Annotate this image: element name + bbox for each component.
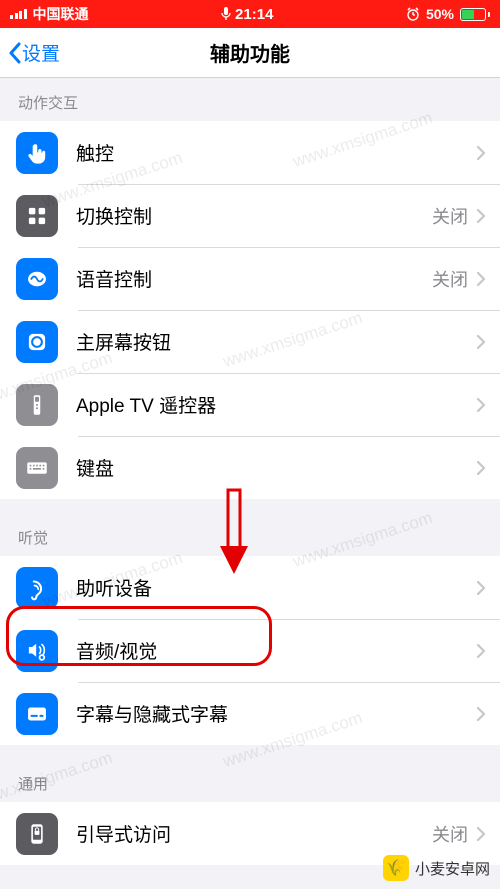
- chevron-right-icon: [476, 397, 486, 413]
- voice-control-icon: [16, 258, 58, 300]
- status-left: 中国联通: [10, 4, 89, 24]
- row-hearing-devices[interactable]: 助听设备: [0, 556, 500, 619]
- chevron-right-icon: [476, 208, 486, 224]
- row-label: 助听设备: [76, 574, 476, 601]
- row-voice-control[interactable]: 语音控制 关闭: [0, 247, 500, 310]
- back-button[interactable]: 设置: [8, 39, 60, 66]
- row-status: 关闭: [432, 203, 468, 229]
- row-touch[interactable]: 触控: [0, 121, 500, 184]
- chevron-right-icon: [476, 460, 486, 476]
- keyboard-icon: [16, 447, 58, 489]
- carrier-label: 中国联通: [33, 4, 89, 24]
- page-title: 辅助功能: [210, 38, 290, 67]
- section-header-hearing: 听觉: [0, 499, 500, 556]
- row-guided-access[interactable]: 引导式访问 关闭: [0, 802, 500, 865]
- signal-icon: [10, 9, 27, 19]
- chevron-right-icon: [476, 706, 486, 722]
- chevron-left-icon: [8, 42, 22, 64]
- apple-tv-remote-icon: [16, 384, 58, 426]
- home-button-icon: [16, 321, 58, 363]
- row-label: 主屏幕按钮: [76, 328, 476, 355]
- audio-visual-icon: [16, 630, 58, 672]
- row-label: 键盘: [76, 454, 476, 481]
- section-header-motor: 动作交互: [0, 78, 500, 121]
- mic-icon: [221, 7, 231, 21]
- row-apple-tv-remote[interactable]: Apple TV 遥控器: [0, 373, 500, 436]
- battery-icon: [460, 8, 490, 21]
- list-hearing: 助听设备 音频/视觉 字幕与隐藏式字幕: [0, 556, 500, 745]
- row-label: 触控: [76, 139, 476, 166]
- status-right: 50%: [406, 6, 490, 22]
- row-status: 关闭: [432, 821, 468, 847]
- row-audio-visual[interactable]: 音频/视觉: [0, 619, 500, 682]
- row-keyboard[interactable]: 键盘: [0, 436, 500, 499]
- row-status: 关闭: [432, 266, 468, 292]
- battery-percent: 50%: [426, 6, 454, 22]
- touch-icon: [16, 132, 58, 174]
- chevron-right-icon: [476, 643, 486, 659]
- chevron-right-icon: [476, 826, 486, 842]
- row-subtitles[interactable]: 字幕与隐藏式字幕: [0, 682, 500, 745]
- clock: 21:14: [235, 6, 273, 23]
- back-label: 设置: [22, 39, 60, 66]
- chevron-right-icon: [476, 334, 486, 350]
- row-label: 切换控制: [76, 202, 432, 229]
- guided-access-icon: [16, 813, 58, 855]
- section-header-general: 通用: [0, 745, 500, 802]
- hearing-devices-icon: [16, 567, 58, 609]
- row-label: Apple TV 遥控器: [76, 391, 476, 418]
- row-label: 字幕与隐藏式字幕: [76, 700, 476, 727]
- status-bar: 中国联通 21:14 50%: [0, 0, 500, 28]
- status-center: 21:14: [221, 6, 273, 23]
- subtitles-icon: [16, 693, 58, 735]
- row-label: 引导式访问: [76, 820, 432, 847]
- row-label: 音频/视觉: [76, 637, 476, 664]
- chevron-right-icon: [476, 580, 486, 596]
- row-label: 语音控制: [76, 265, 432, 292]
- nav-bar: 设置 辅助功能: [0, 28, 500, 78]
- row-home-button[interactable]: 主屏幕按钮: [0, 310, 500, 373]
- list-motor: 触控 切换控制 关闭 语音控制 关闭 主屏幕按钮 Apple TV 遥控器 键盘: [0, 121, 500, 499]
- row-switch-control[interactable]: 切换控制 关闭: [0, 184, 500, 247]
- list-general: 引导式访问 关闭: [0, 802, 500, 865]
- chevron-right-icon: [476, 271, 486, 287]
- switch-control-icon: [16, 195, 58, 237]
- chevron-right-icon: [476, 145, 486, 161]
- alarm-icon: [406, 7, 420, 21]
